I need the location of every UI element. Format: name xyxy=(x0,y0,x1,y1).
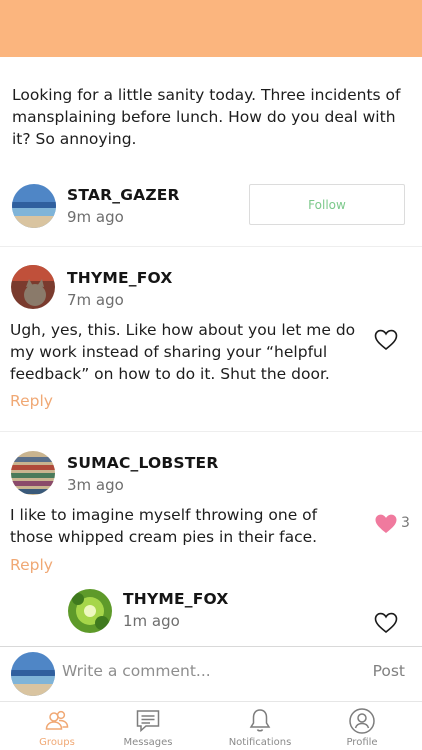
tab-label: Messages xyxy=(123,737,173,748)
comment-author-name[interactable]: SUMAC_LOBSTER xyxy=(67,454,218,472)
tab-notifications[interactable]: Notifications xyxy=(218,702,302,750)
tab-label: Profile xyxy=(346,737,378,748)
divider xyxy=(0,431,422,432)
top-header-bar xyxy=(0,0,422,57)
post-author-name[interactable]: STAR_GAZER xyxy=(67,186,180,204)
comment-text: Ugh, yes, this. Like how about you let m… xyxy=(10,321,356,383)
tab-profile[interactable]: Profile xyxy=(320,702,404,750)
messages-icon xyxy=(134,707,162,735)
groups-icon xyxy=(43,707,71,735)
reply-author-name[interactable]: THYME_FOX xyxy=(123,590,229,608)
tab-label: Groups xyxy=(39,737,75,748)
reply-link[interactable]: Reply xyxy=(10,556,53,574)
comment-timestamp: 3m ago xyxy=(67,476,124,494)
divider xyxy=(0,246,422,247)
like-heart-icon[interactable] xyxy=(374,612,398,634)
follow-button[interactable]: Follow xyxy=(249,184,405,225)
bottom-tab-bar: Groups Messages Notifications Profile xyxy=(0,701,422,750)
reply-timestamp: 1m ago xyxy=(123,612,180,630)
comment-author-name[interactable]: THYME_FOX xyxy=(67,269,173,287)
tab-groups[interactable]: Groups xyxy=(15,702,99,750)
comment-timestamp: 7m ago xyxy=(67,291,124,309)
comment-composer: Write a comment... Post xyxy=(0,646,422,701)
like-count: 3 xyxy=(401,515,410,531)
current-user-avatar xyxy=(11,652,55,696)
liked-heart-icon[interactable] xyxy=(374,513,398,535)
post-body-text: Looking for a little sanity today. Three… xyxy=(12,86,401,148)
post-author-avatar[interactable] xyxy=(12,184,56,228)
tab-label: Notifications xyxy=(228,737,292,748)
tab-messages[interactable]: Messages xyxy=(106,702,190,750)
comment-input[interactable]: Write a comment... xyxy=(62,662,211,680)
comment-author-avatar[interactable] xyxy=(11,265,55,309)
profile-icon xyxy=(348,707,376,735)
post-button[interactable]: Post xyxy=(373,662,405,680)
reply-author-avatar[interactable] xyxy=(68,589,112,633)
bell-icon xyxy=(246,707,274,735)
reply-link[interactable]: Reply xyxy=(10,392,53,410)
like-heart-icon[interactable] xyxy=(374,329,398,351)
post-timestamp: 9m ago xyxy=(67,208,124,226)
comment-author-avatar[interactable] xyxy=(11,451,55,495)
comment-text: I like to imagine myself throwing one of… xyxy=(10,506,318,546)
